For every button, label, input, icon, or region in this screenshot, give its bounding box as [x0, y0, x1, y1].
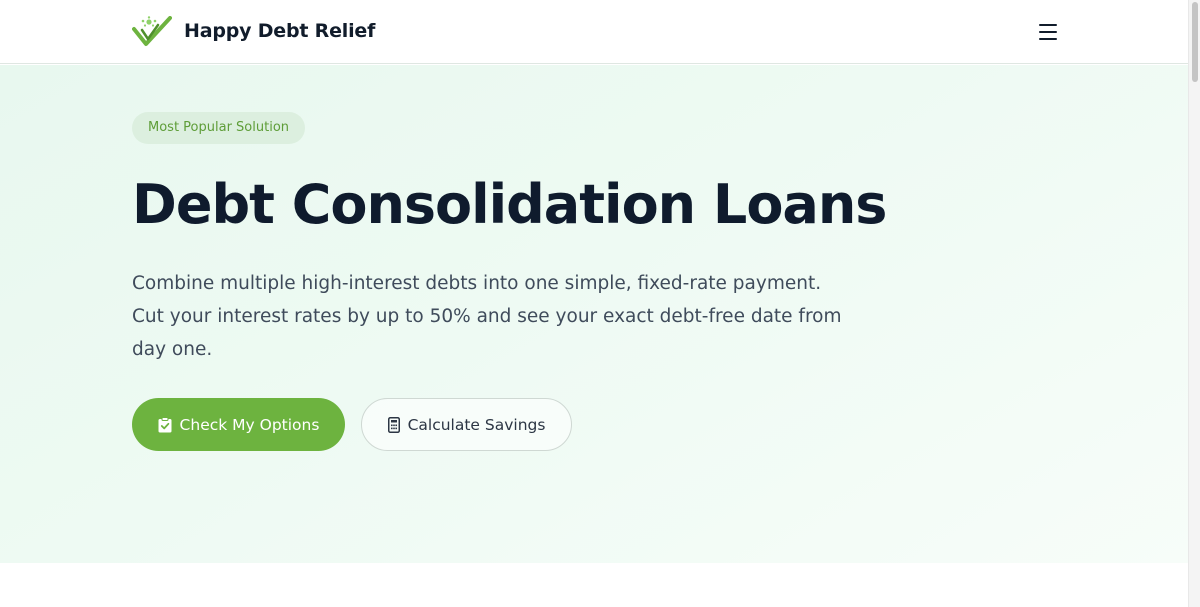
hamburger-menu-icon[interactable] [1036, 20, 1060, 44]
scrollbar-thumb[interactable] [1192, 2, 1198, 82]
calculator-icon [387, 416, 400, 433]
hero-description: Combine multiple high-interest debts int… [132, 267, 842, 366]
site-header: Happy Debt Relief [0, 0, 1188, 64]
check-my-options-label: Check My Options [179, 415, 320, 434]
hero-description-line: day one. [132, 339, 213, 360]
page-scrollbar[interactable] [1188, 0, 1200, 607]
check-my-options-button[interactable]: Check My Options [132, 398, 345, 451]
brand-name[interactable]: Happy Debt Relief [184, 20, 375, 42]
checkmark-star-logo[interactable] [132, 16, 172, 48]
hero-section: Most Popular Solution Debt Consolidation… [0, 65, 1188, 563]
hero-description-line: Combine multiple high-interest debts int… [132, 273, 822, 294]
hero-description-line: Cut your interest rates by up to 50% and… [132, 306, 842, 327]
clipboard-check-icon [158, 416, 172, 432]
calculate-savings-label: Calculate Savings [407, 415, 546, 434]
popular-badge: Most Popular Solution [132, 112, 306, 144]
page-title: Debt Consolidation Loans [132, 173, 887, 236]
calculate-savings-button[interactable]: Calculate Savings [361, 398, 572, 451]
